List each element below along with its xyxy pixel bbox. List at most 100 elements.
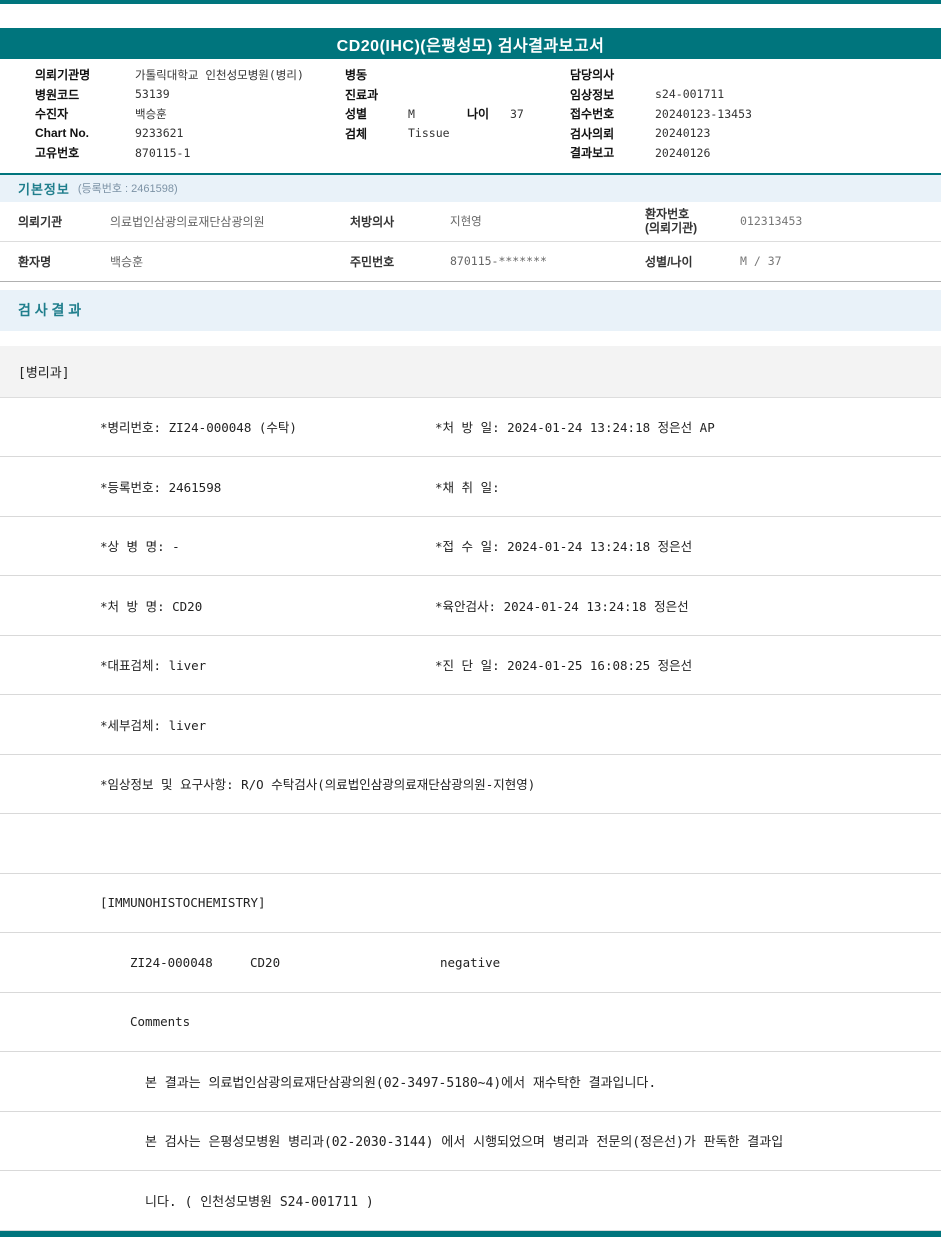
header-field-label: 임상정보 bbox=[570, 87, 615, 102]
result-detail-row: *처 방 명: CD20 *육안검사: 2024-01-24 13:24:18 … bbox=[0, 576, 941, 636]
footnote-line: 본 결과는 의료법인삼광의료재단삼광의원(02-3497-5180~4)에서 재… bbox=[145, 1075, 657, 1091]
result-row-right: *채 취 일: bbox=[435, 479, 500, 495]
results-heading: 검 사 결 과 bbox=[18, 302, 82, 318]
field-label: 의뢰기관 bbox=[18, 214, 63, 229]
field-value: 백승훈 bbox=[110, 254, 144, 269]
header-field: 고유번호 870115-1 bbox=[35, 143, 345, 163]
footnote-line: 니다. ( 인천성모병원 S24-001711 ) bbox=[145, 1194, 374, 1210]
field-value: 012313453 bbox=[740, 214, 803, 228]
header-col-left: 의뢰기관명 가톨릭대학교 인천성모병원(병리) 병원코드 53139 수진자 백… bbox=[35, 65, 345, 163]
field-label: 성별/나이 bbox=[645, 254, 693, 269]
footnote-line: 본 검사는 은평성모병원 병리과(02-2030-3144) 에서 시행되었으며… bbox=[145, 1135, 784, 1151]
header-field-label: 담당의사 bbox=[570, 68, 615, 83]
field-label: 처방의사 bbox=[350, 214, 395, 229]
result-row-left: *등록번호: 2461598 bbox=[100, 479, 222, 495]
comments-row: Comments bbox=[0, 992, 941, 1052]
basic-info-row: 환자명 백승훈 주민번호 870115-******* 성별/나이 M / 37 bbox=[0, 241, 941, 282]
basic-info-band: 기본정보 (등록번호 : 2461598) bbox=[0, 174, 941, 202]
header-field-sex-age: 성별 M 나이 37 bbox=[345, 104, 570, 124]
header-field-label: Chart No. bbox=[35, 126, 89, 141]
header-field: 의뢰기관명 가톨릭대학교 인천성모병원(병리) bbox=[35, 65, 345, 85]
header-field: 결과보고 20240126 bbox=[570, 143, 941, 163]
header-field-label: 고유번호 bbox=[35, 146, 80, 161]
header-field-label: 성별 bbox=[345, 107, 368, 122]
field-value: 870115-******* bbox=[450, 254, 547, 268]
spacer bbox=[0, 330, 941, 346]
result-row-left: *병리번호: ZI24-000048 (수탁) bbox=[100, 420, 297, 436]
header-field-value: 20240123 bbox=[655, 126, 711, 141]
results-band: 검 사 결 과 bbox=[0, 289, 941, 331]
header-field: Chart No. 9233621 bbox=[35, 124, 345, 144]
header-field-value: s24-001711 bbox=[655, 87, 725, 102]
header-field-value: 870115-1 bbox=[135, 145, 191, 160]
header-field-value: 9233621 bbox=[135, 126, 184, 141]
header-field: 병원코드 53139 bbox=[35, 85, 345, 105]
header-field: 담당의사 bbox=[570, 65, 941, 85]
bottom-rule bbox=[0, 1230, 941, 1237]
header-field-label: 병동 bbox=[345, 68, 368, 83]
header-field-label: 접수번호 bbox=[570, 107, 615, 122]
footnote-row: 니다. ( 인천성모병원 S24-001711 ) bbox=[0, 1171, 941, 1231]
result-row-left: *세부검체: liver bbox=[100, 717, 207, 733]
result-row-right: *처 방 일: 2024-01-24 13:24:18 정은선 AP bbox=[435, 420, 715, 436]
header-field: 검체 Tissue bbox=[345, 124, 570, 144]
field-label: 환자명 bbox=[18, 254, 52, 269]
field-label: 주민번호 bbox=[350, 254, 395, 269]
department-band: [병리과] bbox=[0, 345, 941, 398]
field-value: 지현영 bbox=[450, 214, 482, 228]
header-field-label: 수진자 bbox=[35, 107, 69, 122]
result-detail-row: *세부검체: liver bbox=[0, 695, 941, 755]
result-detail-row: *상 병 명: - *접 수 일: 2024-01-24 13:24:18 정은… bbox=[0, 516, 941, 576]
header-field-value: 가톨릭대학교 인천성모병원(병리) bbox=[135, 67, 304, 82]
result-row-right: *진 단 일: 2024-01-25 16:08:25 정은선 bbox=[435, 658, 693, 674]
basic-info-heading: 기본정보 bbox=[18, 181, 70, 197]
result-detail-row: *대표검체: liver *진 단 일: 2024-01-25 16:08:25… bbox=[0, 635, 941, 695]
immuno-section-title: [IMMUNOHISTOCHEMISTRY] bbox=[100, 895, 266, 911]
spacer bbox=[0, 281, 941, 290]
report-page: CD20(IHC)(은평성모) 검사결과보고서 의뢰기관명 가톨릭대학교 인천성… bbox=[0, 0, 941, 1237]
header-field-label: 검사의뢰 bbox=[570, 126, 615, 141]
field-value: M / 37 bbox=[740, 254, 782, 268]
empty-row bbox=[0, 814, 941, 874]
header-field-value: 37 bbox=[510, 106, 524, 121]
department-label: [병리과] bbox=[18, 365, 70, 381]
basic-info-reg-no: (등록번호 : 2461598) bbox=[77, 183, 178, 195]
header-field-label: 검체 bbox=[345, 126, 368, 141]
result-detail-row: *임상정보 및 요구사항: R/O 수탁검사(의료법인삼광의료재단삼광의원-지현… bbox=[0, 754, 941, 814]
header-info: 의뢰기관명 가톨릭대학교 인천성모병원(병리) 병원코드 53139 수진자 백… bbox=[0, 59, 941, 173]
header-field: 임상정보 s24-001711 bbox=[570, 85, 941, 105]
footnote-row: 본 결과는 의료법인삼광의료재단삼광의원(02-3497-5180~4)에서 재… bbox=[0, 1052, 941, 1112]
report-title: CD20(IHC)(은평성모) 검사결과보고서 bbox=[336, 37, 605, 55]
result-row-left: *상 병 명: - bbox=[100, 539, 180, 555]
header-field-value: 53139 bbox=[135, 87, 170, 102]
header-field-value: 20240126 bbox=[655, 145, 711, 160]
header-field-label: 병원코드 bbox=[35, 87, 80, 102]
comments-label: Comments bbox=[130, 1014, 191, 1030]
title-gap bbox=[0, 4, 941, 28]
result-detail-row: *병리번호: ZI24-000048 (수탁) *처 방 일: 2024-01-… bbox=[0, 397, 941, 457]
result-row-left: *처 방 명: CD20 bbox=[100, 598, 203, 614]
header-col-right: 담당의사 임상정보 s24-001711 접수번호 20240123-13453… bbox=[570, 65, 941, 163]
header-field: 진료과 bbox=[345, 85, 570, 105]
result-row-left: *임상정보 및 요구사항: R/O 수탁검사(의료법인삼광의료재단삼광의원-지현… bbox=[100, 777, 536, 793]
header-field-value: 백승훈 bbox=[135, 106, 167, 121]
result-row-left: *대표검체: liver bbox=[100, 658, 207, 674]
header-field-value: 20240123-13453 bbox=[655, 106, 752, 121]
result-test-name: CD20 bbox=[250, 954, 281, 970]
header-field-label: 진료과 bbox=[345, 87, 379, 102]
header-field-label: 나이 bbox=[467, 107, 490, 122]
report-title-bar: CD20(IHC)(은평성모) 검사결과보고서 bbox=[0, 28, 941, 59]
header-field: 접수번호 20240123-13453 bbox=[570, 104, 941, 124]
header-field-value: Tissue bbox=[408, 126, 450, 141]
header-field-value: M bbox=[408, 106, 415, 121]
result-specimen-id: ZI24-000048 bbox=[130, 954, 213, 970]
result-row-right: *접 수 일: 2024-01-24 13:24:18 정은선 bbox=[435, 539, 693, 555]
field-label: 환자번호 (의뢰기관) bbox=[645, 207, 740, 235]
field-value: 의료법인삼광의료재단삼광의원 bbox=[110, 214, 265, 229]
basic-info-row: 의뢰기관 의료법인삼광의료재단삼광의원 처방의사 지현영 환자번호 (의뢰기관)… bbox=[0, 201, 941, 242]
header-col-middle: 병동 진료과 성별 M 나이 37 검체 Tissue bbox=[345, 65, 570, 163]
header-field: 검사의뢰 20240123 bbox=[570, 124, 941, 144]
header-field-label: 의뢰기관명 bbox=[35, 68, 91, 83]
result-line-row: ZI24-000048 CD20 negative bbox=[0, 933, 941, 993]
footnote-row: 본 검사는 은평성모병원 병리과(02-2030-3144) 에서 시행되었으며… bbox=[0, 1111, 941, 1171]
